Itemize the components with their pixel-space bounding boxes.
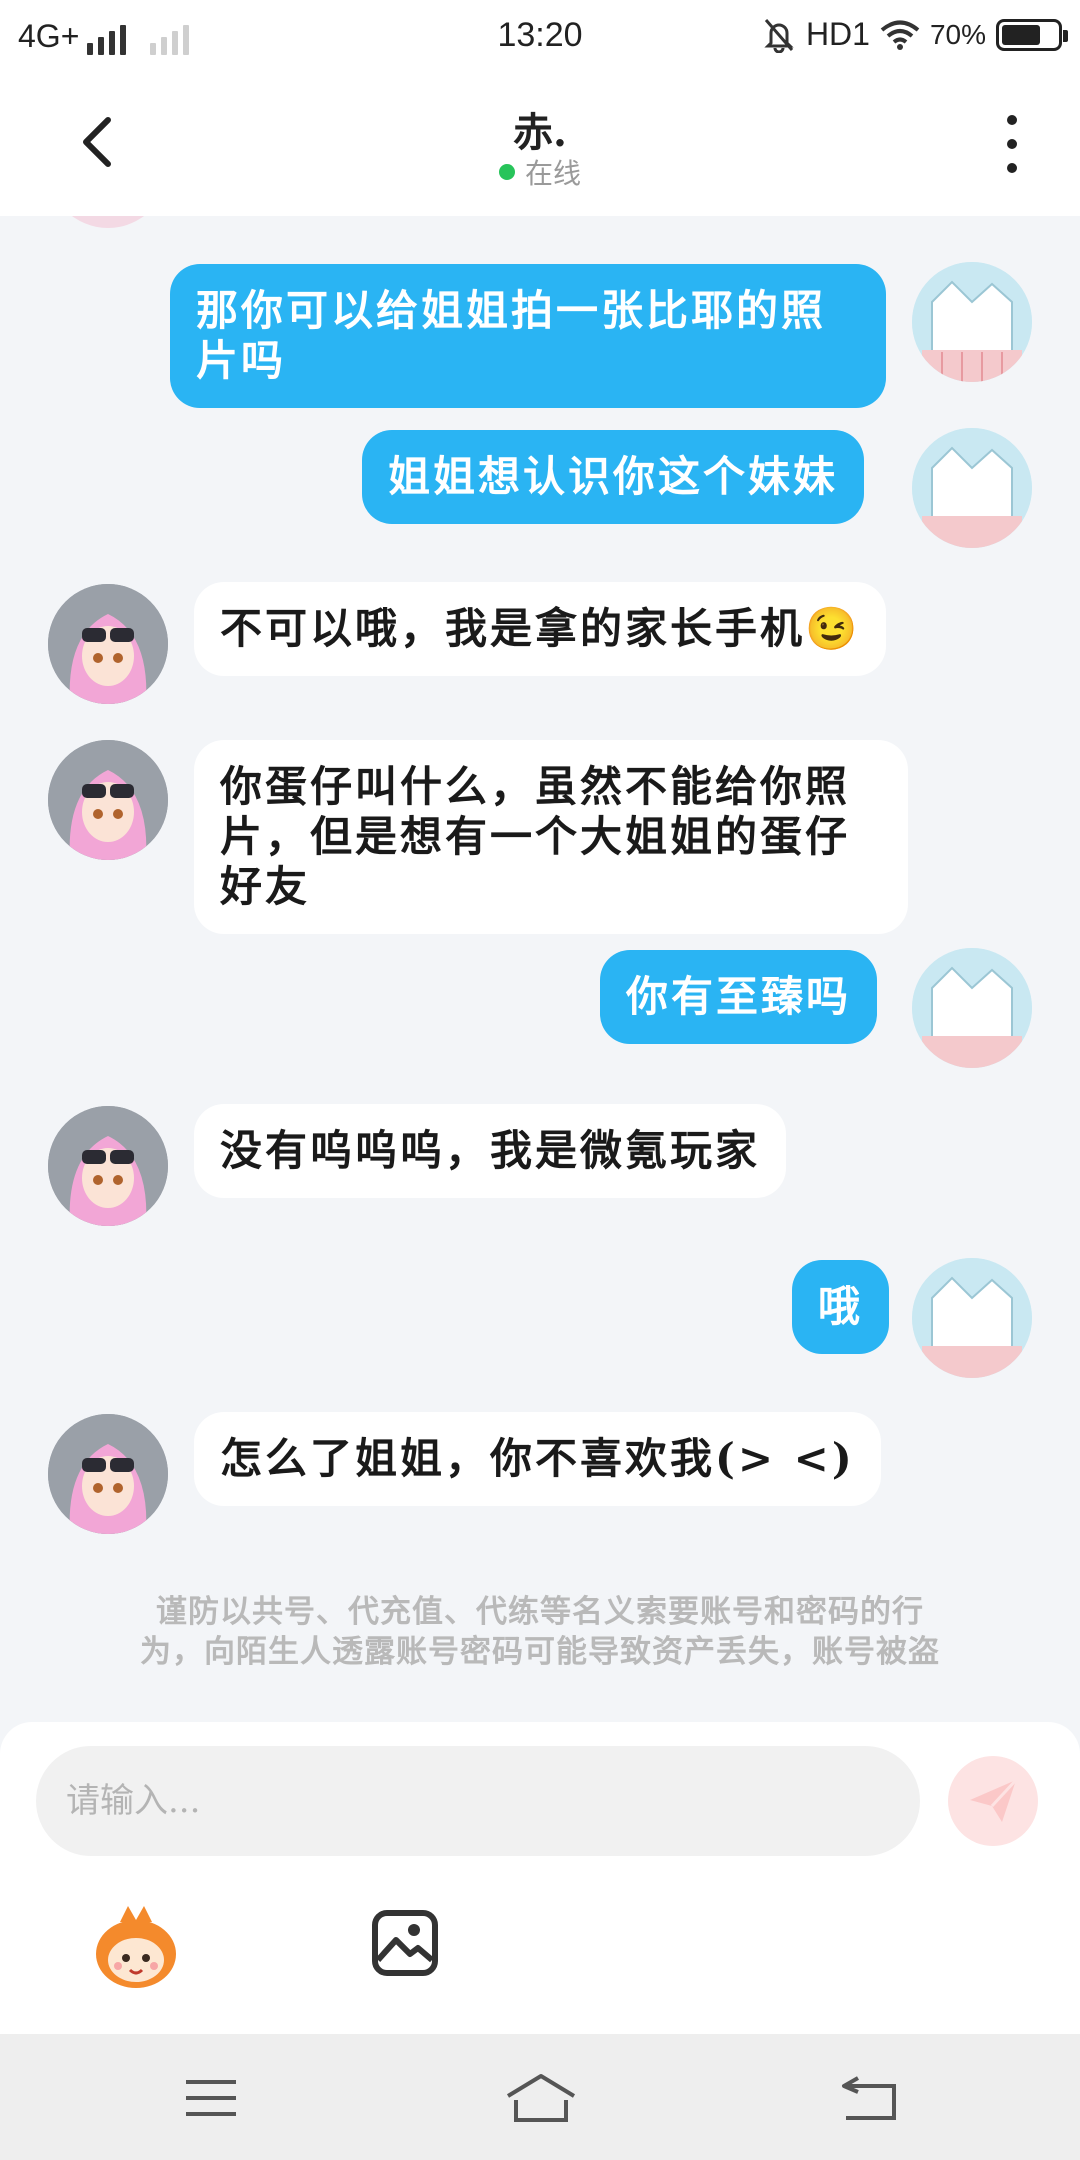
message-bubble-received[interactable]: 不可以哦，我是拿的家长手机😉 <box>194 582 887 676</box>
more-dot-icon <box>1007 163 1017 173</box>
message-line: 那你可以给姐姐拍一张比耶的照 <box>196 286 827 335</box>
message-bubble-sent[interactable]: 姐姐想认识你这个妹妹 <box>362 430 865 524</box>
my-avatar[interactable] <box>912 428 1032 548</box>
input-panel <box>0 1722 1080 2034</box>
battery-percent: 70% <box>929 18 986 50</box>
contact-avatar[interactable] <box>48 1414 168 1534</box>
chat-header: 赤. 在线 <box>0 72 1080 216</box>
paper-plane-icon <box>970 1778 1018 1822</box>
message-bubble-received[interactable]: 怎么了姐姐，你不喜欢我(> <) <box>194 1412 881 1506</box>
more-dot-icon <box>1007 139 1017 149</box>
cat-avatar-icon <box>912 948 1032 1068</box>
contact-avatar[interactable] <box>48 740 168 860</box>
hd-indicator: HD1 <box>805 16 870 52</box>
anime-girl-avatar-icon <box>48 584 168 704</box>
my-avatar[interactable] <box>912 948 1032 1068</box>
cat-avatar-icon <box>912 1258 1032 1378</box>
message-line: 你有至臻吗 <box>626 972 852 1021</box>
message-line: 片，但是想有一个大姐姐的蛋仔 <box>220 812 851 861</box>
notice-line: 谨防以共号、代充值、代练等名义索要账号和密码的行 <box>156 1594 924 1630</box>
message-line: 哦 <box>818 1282 864 1331</box>
image-icon <box>372 1910 438 1976</box>
anime-girl-avatar-icon <box>48 740 168 860</box>
contact-name: 赤. <box>513 109 567 156</box>
system-nav-bar <box>0 2034 1080 2160</box>
message-line: 片吗 <box>196 336 287 385</box>
message-line: 没有呜呜呜，我是微氪玩家 <box>220 1126 761 1175</box>
anime-girl-avatar-icon <box>48 1414 168 1534</box>
home-icon[interactable] <box>496 2070 586 2126</box>
status-icons: HD1 70% <box>762 16 1068 53</box>
my-avatar[interactable] <box>912 1258 1032 1378</box>
contact-avatar[interactable] <box>48 1106 168 1226</box>
notice-line: 为，向陌生人透露账号密码可能导致资产丢失，账号被盗 <box>140 1634 940 1670</box>
online-dot-icon <box>498 164 515 180</box>
cat-avatar-icon <box>912 262 1032 382</box>
my-avatar[interactable] <box>912 262 1032 382</box>
message-bubble-sent[interactable]: 你有至臻吗 <box>600 950 878 1044</box>
mute-bell-icon <box>764 18 794 53</box>
contact-avatar-partial <box>48 216 168 228</box>
contact-avatar[interactable] <box>48 584 168 704</box>
emoji-button[interactable] <box>90 1902 182 1994</box>
message-list[interactable]: 那你可以给姐姐拍一张比耶的照 片吗 姐姐想认识你这个妹妹 不可以哦，我是拿的家长… <box>0 216 1080 1726</box>
mascot-emoji-icon <box>96 1906 176 1988</box>
message-input[interactable] <box>36 1746 920 1856</box>
status-bar: 4G+ 13:20 HD1 70% <box>0 0 1080 72</box>
message-line: 你蛋仔叫什么，虽然不能给你照 <box>220 762 851 811</box>
online-status-label: 在线 <box>524 157 581 190</box>
back-nav-icon[interactable] <box>826 2070 916 2126</box>
online-status: 在线 <box>0 152 1080 192</box>
message-line: 不可以哦，我是拿的家长手机😉 <box>220 604 861 653</box>
anime-girl-avatar-icon <box>48 1106 168 1226</box>
send-button[interactable] <box>948 1756 1038 1846</box>
message-line: 好友 <box>220 862 311 911</box>
message-bubble-sent[interactable]: 那你可以给姐姐拍一张比耶的照 片吗 <box>170 264 886 408</box>
wifi-icon <box>880 20 920 50</box>
more-options-button[interactable] <box>984 108 1040 180</box>
menu-icon[interactable] <box>166 2070 256 2126</box>
message-line: 怎么了姐姐，你不喜欢我(> <) <box>220 1434 855 1483</box>
message-bubble-sent[interactable]: 哦 <box>792 1260 890 1354</box>
message-bubble-received[interactable]: 你蛋仔叫什么，虽然不能给你照 片，但是想有一个大姐姐的蛋仔 好友 <box>194 740 908 934</box>
battery-icon <box>996 18 1068 51</box>
security-notice: 谨防以共号、代充值、代练等名义索要账号和密码的行 为，向陌生人透露账号密码可能导… <box>80 1592 1000 1672</box>
cat-avatar-icon <box>912 428 1032 548</box>
more-dot-icon <box>1007 115 1017 125</box>
message-bubble-received[interactable]: 没有呜呜呜，我是微氪玩家 <box>194 1104 787 1198</box>
image-picker-button[interactable] <box>370 1908 440 1978</box>
message-line: 姐姐想认识你这个妹妹 <box>388 452 839 501</box>
